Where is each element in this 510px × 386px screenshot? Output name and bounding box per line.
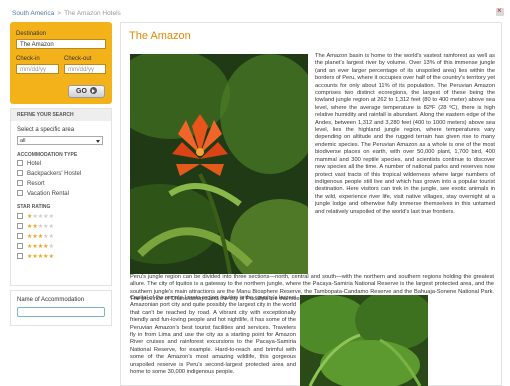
jungle-photo <box>300 295 428 386</box>
type-option-label: Resort <box>27 181 45 187</box>
breadcrumb-separator: > <box>57 10 62 17</box>
star-icon: ★ <box>48 254 54 260</box>
star-rating-stars: ★★★★★ <box>27 243 54 251</box>
accommodation-search: Name of Accommodation <box>10 290 112 326</box>
refine-heading: REFINE YOUR SEARCH <box>17 112 74 118</box>
checkbox[interactable] <box>17 180 23 186</box>
star-icon: ★ <box>48 224 54 230</box>
refine-panel: REFINE YOUR SEARCH Select a specific are… <box>10 108 112 286</box>
star-rating-option[interactable]: ★★★★★ <box>17 243 54 251</box>
checkbox[interactable] <box>17 170 23 176</box>
search-box: Destination The Amazon Check-in mm/dd/yy… <box>10 22 112 104</box>
go-button-label: GO <box>76 88 87 95</box>
checkbox[interactable] <box>17 190 23 196</box>
star-rating-option[interactable]: ★★★★★ <box>17 233 54 241</box>
type-option-label: Vacation Rental <box>27 191 69 197</box>
star-icon: ★ <box>48 244 54 250</box>
area-select[interactable]: all <box>17 136 103 145</box>
type-option-label: Hotel <box>27 161 42 167</box>
type-option[interactable]: Vacation Rental <box>17 190 69 198</box>
checkbox[interactable] <box>17 213 23 219</box>
star-rating-option[interactable]: ★★★★★ <box>17 213 54 221</box>
star-icon: ★ <box>48 234 54 240</box>
type-option[interactable]: Hotel <box>17 160 41 168</box>
checkin-input[interactable]: mm/dd/yy <box>16 64 59 74</box>
accommodation-type-heading: ACCOMMODATION TYPE <box>17 152 78 158</box>
checkbox[interactable] <box>17 160 23 166</box>
destination-label: Destination <box>16 31 47 37</box>
star-rating-stars: ★★★★★ <box>27 213 54 221</box>
star-rating-stars: ★★★★★ <box>27 233 54 241</box>
star-rating-stars: ★★★★★ <box>27 223 54 231</box>
type-option[interactable]: Backpackers' Hostel <box>17 170 81 178</box>
top-bar: South America > The Amazon Hotels <box>0 0 510 18</box>
star-rating-heading: STAR RATING <box>17 204 51 210</box>
checkout-label: Check-out <box>64 56 92 62</box>
breadcrumb-root-link[interactable]: South America <box>12 10 54 17</box>
arrow-right-icon <box>89 87 97 94</box>
type-option-label: Backpackers' Hostel <box>27 171 82 177</box>
iquitos-paragraph: Capital of the remote Loreto region, Iqu… <box>130 295 296 376</box>
sidebar: Destination The Amazon Check-in mm/dd/yy… <box>10 22 112 386</box>
page-title: The Amazon <box>129 30 191 42</box>
amazon-flower-photo <box>130 54 308 274</box>
breadcrumb: South America > The Amazon Hotels <box>12 10 121 17</box>
type-option[interactable]: Resort <box>17 180 45 188</box>
checkbox[interactable] <box>17 233 23 239</box>
star-rating-option[interactable]: ★★★★★ <box>17 253 54 261</box>
refine-header: REFINE YOUR SEARCH <box>11 109 111 121</box>
go-button[interactable]: GO <box>68 85 105 98</box>
flower-photo-graphic <box>130 54 308 274</box>
breadcrumb-current: The Amazon Hotels <box>64 10 121 17</box>
star-rating-option[interactable]: ★★★★★ <box>17 223 54 231</box>
destination-input[interactable]: The Amazon <box>16 39 106 49</box>
star-icon: ★ <box>48 214 54 220</box>
close-icon[interactable] <box>496 6 504 16</box>
checkout-input[interactable]: mm/dd/yy <box>64 64 106 74</box>
accommodation-label: Name of Accommodation <box>17 297 85 303</box>
checkbox[interactable] <box>17 243 23 249</box>
star-rating-stars: ★★★★★ <box>27 253 54 261</box>
checkbox[interactable] <box>17 223 23 229</box>
area-label: Select a specific area <box>17 127 75 133</box>
accommodation-name-input[interactable] <box>17 307 105 317</box>
intro-paragraph: The Amazon basin is home to the world's … <box>315 53 495 215</box>
checkbox[interactable] <box>17 253 23 259</box>
checkin-label: Check-in <box>16 56 40 62</box>
jungle-photo-graphic <box>300 295 428 386</box>
